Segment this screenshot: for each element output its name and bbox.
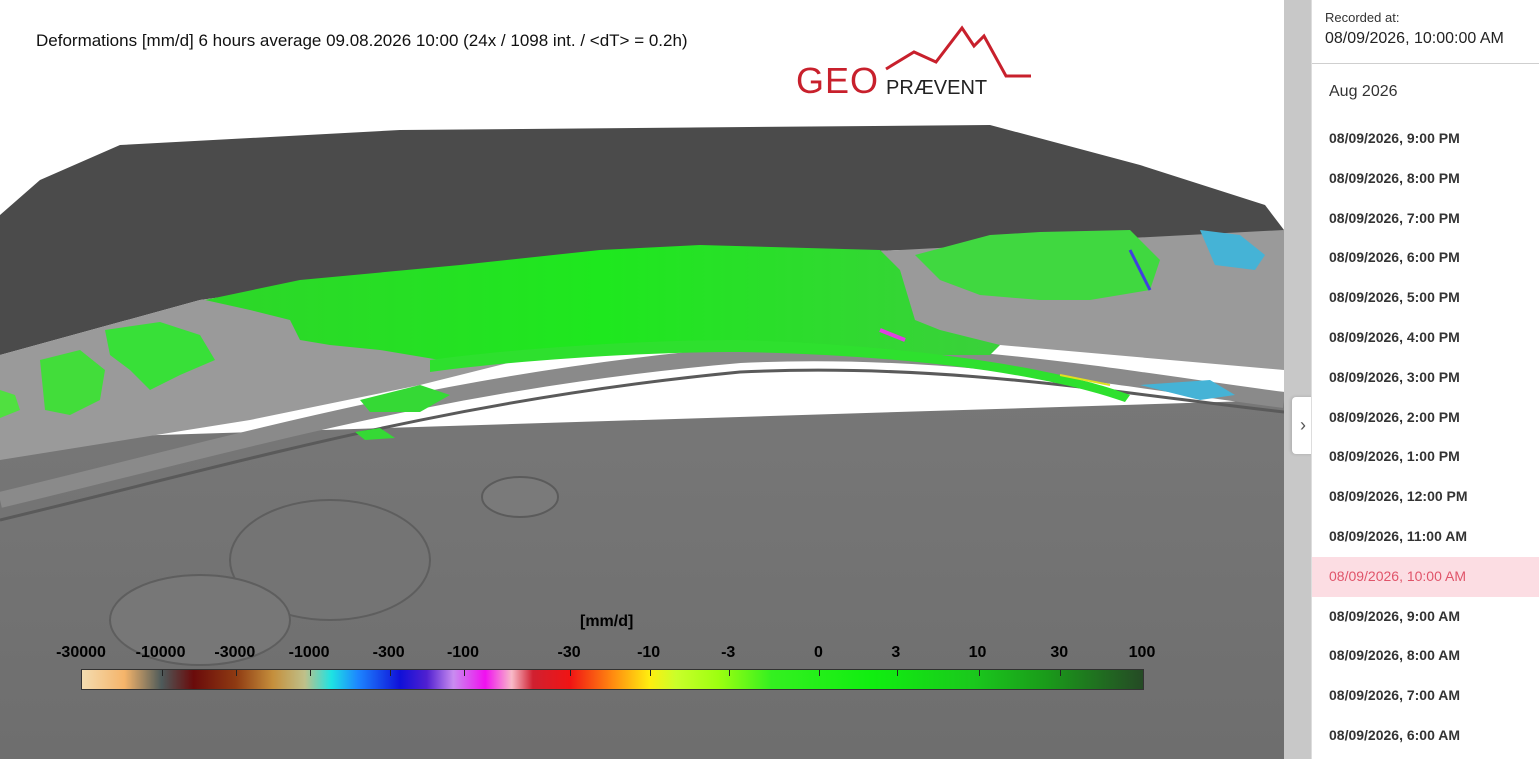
timestamp-list: 08/09/2026, 9:00 PM 08/09/2026, 8:00 PM 08…	[1312, 119, 1539, 756]
chevron-right-icon: ›	[1300, 415, 1306, 435]
timestamp-item[interactable]: 08/09/2026, 6:00 AM	[1312, 716, 1539, 756]
colorbar-tick-mark	[819, 670, 821, 676]
colorbar-tick-label: -1000	[288, 644, 330, 661]
sidebar-gutter	[1284, 0, 1311, 759]
colorbar-tick-mark	[570, 670, 572, 676]
colorbar-tick-label: -10	[637, 644, 661, 661]
colorbar-tick-mark	[389, 670, 391, 676]
timestamp-item[interactable]: 08/09/2026, 1:00 PM	[1312, 437, 1539, 477]
sidebar-divider	[1312, 63, 1539, 64]
timestamp-item[interactable]: 08/09/2026, 10:00 AM	[1312, 556, 1539, 597]
colorbar-tick-label: -30	[557, 644, 581, 661]
timestamp-item[interactable]: 08/09/2026, 9:00 PM	[1312, 119, 1539, 159]
timestamp-item[interactable]: 08/09/2026, 4:00 PM	[1312, 318, 1539, 358]
colorbar-tick-label: -300	[372, 644, 405, 661]
colorbar-tick-mark	[310, 670, 312, 676]
colorbar-tick-mark	[235, 670, 237, 676]
timestamp-item[interactable]: 08/09/2026, 3:00 PM	[1312, 358, 1539, 398]
timestamp-item[interactable]: 08/09/2026, 7:00 AM	[1312, 676, 1539, 716]
colorbar-unit-label: [mm/d]	[580, 613, 634, 630]
colorbar-tick-mark	[978, 670, 980, 676]
timestamp-item[interactable]: 08/09/2026, 7:00 PM	[1312, 199, 1539, 239]
timestamp-item[interactable]: 08/09/2026, 2:00 PM	[1312, 398, 1539, 438]
colorbar-tick-label: 10	[968, 644, 987, 661]
month-header: Aug 2026	[1329, 83, 1398, 100]
colorbar-tick-mark	[161, 670, 163, 676]
colorbar-tick-mark	[1060, 670, 1062, 676]
recorded-at-value: 08/09/2026, 10:00:00 AM	[1325, 30, 1504, 47]
colorbar-tick-label: -30000	[56, 644, 106, 661]
timeline-sidebar: Recorded at: 08/09/2026, 10:00:00 AM Aug…	[1311, 0, 1539, 759]
colorbar-tick-label: 30	[1050, 644, 1069, 661]
colorbar-tick-mark	[463, 670, 465, 676]
colorbar-tick-mark	[729, 670, 731, 676]
logo-mountain-icon	[885, 25, 1031, 78]
colorbar-tick-label: 100	[1128, 644, 1156, 661]
timestamp-item[interactable]: 08/09/2026, 5:00 PM	[1312, 278, 1539, 318]
terrain-mound	[481, 476, 559, 518]
logo-praevent-text: PRÆVENT	[886, 77, 987, 99]
timestamp-item[interactable]: 08/09/2026, 11:00 AM	[1312, 517, 1539, 557]
timestamp-item[interactable]: 08/09/2026, 12:00 PM	[1312, 477, 1539, 517]
timestamp-item[interactable]: 08/09/2026, 9:00 AM	[1312, 597, 1539, 637]
colorbar-tick-mark	[649, 670, 651, 676]
timestamp-item[interactable]: 08/09/2026, 8:00 PM	[1312, 159, 1539, 199]
map-title: Deformations [mm/d] 6 hours average 09.0…	[36, 31, 688, 50]
colorbar-tick-label: -3	[721, 644, 736, 661]
colorbar	[81, 669, 1144, 690]
timestamp-item[interactable]: 08/09/2026, 8:00 AM	[1312, 636, 1539, 676]
colorbar-tick-label: -100	[446, 644, 479, 661]
colorbar-tick-label: 3	[891, 644, 901, 661]
map-viewer[interactable]: Deformations [mm/d] 6 hours average 09.0…	[0, 0, 1284, 759]
colorbar-tick-mark	[896, 670, 898, 676]
logo-geo-text: GEO	[796, 60, 879, 99]
colorbar-tick-label: -10000	[135, 644, 186, 661]
recorded-at-label: Recorded at:	[1325, 10, 1400, 25]
timestamp-item[interactable]: 08/09/2026, 6:00 PM	[1312, 238, 1539, 278]
geopraevent-logo: GEO PRÆVENT	[796, 24, 1036, 104]
colorbar-tick-label: -3000	[214, 644, 256, 661]
colorbar-tick-label: 0	[813, 644, 823, 661]
